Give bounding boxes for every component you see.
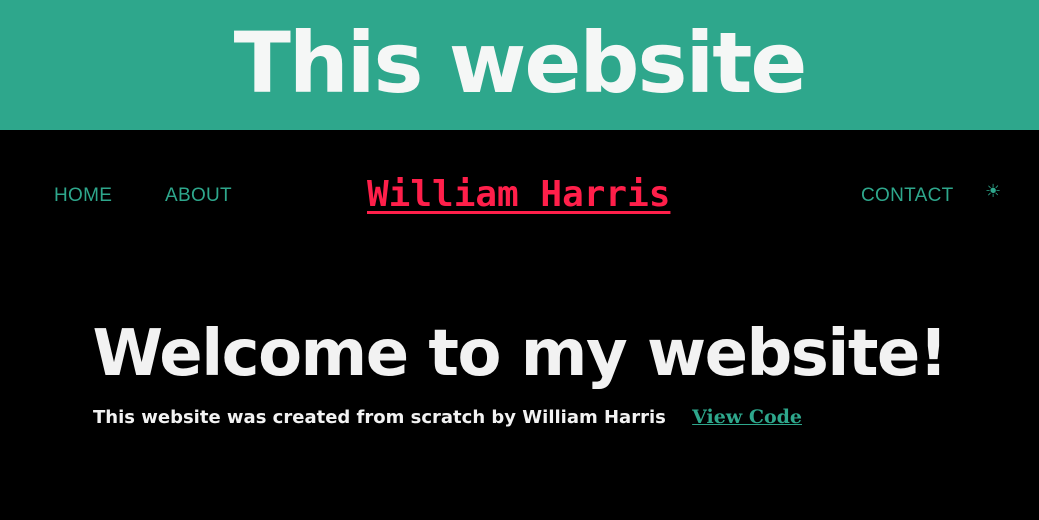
site-brand-name[interactable]: William Harris bbox=[367, 174, 670, 215]
sun-icon[interactable]: ☀ bbox=[985, 181, 1001, 202]
nav-contact-link[interactable]: CONTACT bbox=[861, 185, 954, 207]
view-code-link[interactable]: View Code bbox=[692, 406, 802, 428]
banner-title: This website bbox=[233, 14, 808, 112]
hero-subtitle: This website was created from scratch by… bbox=[93, 407, 666, 428]
hero-subtitle-row: This website was created from scratch by… bbox=[93, 406, 802, 428]
website-screenshot: HOME ABOUT William Harris CONTACT ☀ Welc… bbox=[0, 130, 1039, 520]
nav-about-link[interactable]: ABOUT bbox=[165, 185, 232, 207]
nav-home-link[interactable]: HOME bbox=[54, 185, 112, 207]
hero-title: Welcome to my website! bbox=[92, 317, 948, 391]
banner: This website bbox=[0, 0, 1039, 130]
